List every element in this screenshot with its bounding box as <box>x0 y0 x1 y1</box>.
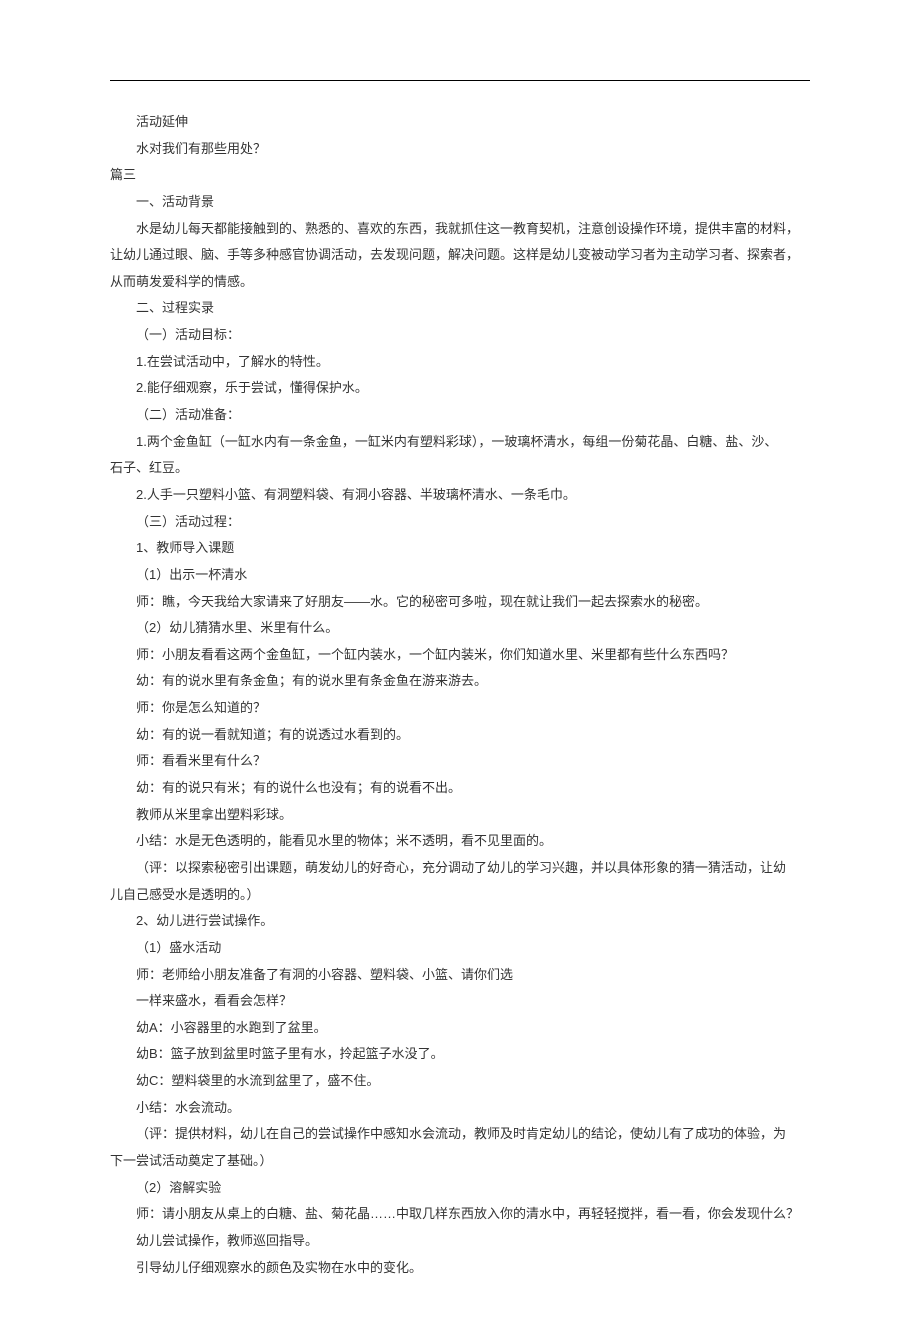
text-line: 篇三 <box>110 162 810 189</box>
text-line: 一样来盛水，看看会怎样？ <box>110 988 810 1015</box>
document-body: 活动延伸水对我们有那些用处？篇三一、活动背景水是幼儿每天都能接触到的、熟悉的、喜… <box>110 109 810 1281</box>
text-line: （评：以探索秘密引出课题，萌发幼儿的好奇心，充分调动了幼儿的学习兴趣，并以具体形… <box>110 855 810 882</box>
text-line: 幼儿尝试操作，教师巡回指导。 <box>110 1228 810 1255</box>
text-line: （1）盛水活动 <box>110 935 810 962</box>
text-line: 师：小朋友看看这两个金鱼缸，一个缸内装水，一个缸内装米，你们知道水里、米里都有些… <box>110 642 810 669</box>
text-line: 2.人手一只塑料小篮、有洞塑料袋、有洞小容器、半玻璃杯清水、一条毛巾。 <box>110 482 810 509</box>
text-line: （2）幼儿猜猜水里、米里有什么。 <box>110 615 810 642</box>
text-line: （2）溶解实验 <box>110 1175 810 1202</box>
text-line: 幼：有的说一看就知道；有的说透过水看到的。 <box>110 722 810 749</box>
document-page: 活动延伸水对我们有那些用处？篇三一、活动背景水是幼儿每天都能接触到的、熟悉的、喜… <box>0 0 920 1341</box>
text-line: 下一尝试活动奠定了基础。） <box>110 1148 810 1175</box>
text-line: （评：提供材料，幼儿在自己的尝试操作中感知水会流动，教师及时肯定幼儿的结论，使幼… <box>110 1121 810 1148</box>
text-line: 儿自己感受水是透明的。） <box>110 882 810 909</box>
text-line: 师：看看米里有什么？ <box>110 748 810 775</box>
text-line: 师：请小朋友从桌上的白糖、盐、菊花晶……中取几样东西放入你的清水中，再轻轻搅拌，… <box>110 1201 810 1228</box>
text-line: 2、幼儿进行尝试操作。 <box>110 908 810 935</box>
text-line: 幼C：塑料袋里的水流到盆里了，盛不住。 <box>110 1068 810 1095</box>
horizontal-rule <box>110 80 810 81</box>
text-line: 1.两个金鱼缸（一缸水内有一条金鱼，一缸米内有塑料彩球），一玻璃杯清水，每组一份… <box>110 429 810 456</box>
text-line: 石子、红豆。 <box>110 455 810 482</box>
text-line: 小结：水会流动。 <box>110 1095 810 1122</box>
text-line: 一、活动背景 <box>110 189 810 216</box>
text-line: 1.在尝试活动中，了解水的特性。 <box>110 349 810 376</box>
text-line: 1、教师导入课题 <box>110 535 810 562</box>
text-line: 师：你是怎么知道的？ <box>110 695 810 722</box>
text-line: 让幼儿通过眼、脑、手等多种感官协调活动，去发现问题，解决问题。这样是幼儿变被动学… <box>110 242 810 269</box>
text-line: 从而萌发爱科学的情感。 <box>110 269 810 296</box>
text-line: 水是幼儿每天都能接触到的、熟悉的、喜欢的东西，我就抓住这一教育契机，注意创设操作… <box>110 216 810 243</box>
text-line: 师：瞧，今天我给大家请来了好朋友——水。它的秘密可多啦，现在就让我们一起去探索水… <box>110 589 810 616</box>
text-line: 师：老师给小朋友准备了有洞的小容器、塑料袋、小篮、请你们选 <box>110 962 810 989</box>
text-line: （一）活动目标： <box>110 322 810 349</box>
text-line: 教师从米里拿出塑料彩球。 <box>110 802 810 829</box>
text-line: 活动延伸 <box>110 109 810 136</box>
text-line: 小结：水是无色透明的，能看见水里的物体；米不透明，看不见里面的。 <box>110 828 810 855</box>
text-line: （1）出示一杯清水 <box>110 562 810 589</box>
text-line: 幼B：篮子放到盆里时篮子里有水，拎起篮子水没了。 <box>110 1041 810 1068</box>
text-line: 幼：有的说水里有条金鱼；有的说水里有条金鱼在游来游去。 <box>110 668 810 695</box>
text-line: 幼：有的说只有米；有的说什么也没有；有的说看不出。 <box>110 775 810 802</box>
text-line: （三）活动过程： <box>110 509 810 536</box>
text-line: 2.能仔细观察，乐于尝试，懂得保护水。 <box>110 375 810 402</box>
text-line: 二、过程实录 <box>110 295 810 322</box>
text-line: （二）活动准备： <box>110 402 810 429</box>
text-line: 引导幼儿仔细观察水的颜色及实物在水中的变化。 <box>110 1255 810 1282</box>
text-line: 水对我们有那些用处？ <box>110 136 810 163</box>
text-line: 幼A：小容器里的水跑到了盆里。 <box>110 1015 810 1042</box>
